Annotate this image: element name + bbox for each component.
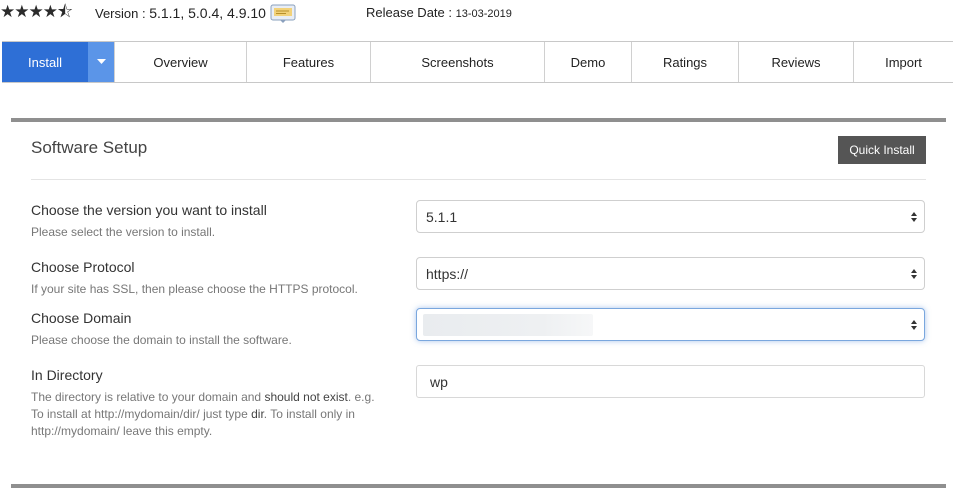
domain-label: Choose Domain xyxy=(31,310,132,326)
software-tabs: Install Overview Features Screenshots De… xyxy=(2,41,953,83)
directory-help-emphasis: dir xyxy=(251,407,264,421)
version-select-value: 5.1.1 xyxy=(426,208,458,225)
quick-install-button[interactable]: Quick Install xyxy=(838,136,926,164)
redacted-domain-value xyxy=(423,314,593,336)
protocol-help: If your site has SSL, then please choose… xyxy=(31,282,358,296)
panel-top-border xyxy=(11,118,946,122)
protocol-label: Choose Protocol xyxy=(31,259,135,275)
panel-title: Software Setup xyxy=(31,138,148,157)
version-label: Choose the version you want to install xyxy=(31,202,267,218)
tab-install[interactable]: Install xyxy=(2,42,88,82)
tab-ratings[interactable]: Ratings xyxy=(632,42,739,82)
protocol-select-value: https:// xyxy=(426,265,469,282)
version-select[interactable]: 5.1.1 xyxy=(416,200,925,233)
protocol-select[interactable]: https:// xyxy=(416,257,925,290)
software-header: ★★★★⯪ Version : 5.1.1, 5.0.4, 4.9.10 Rel… xyxy=(0,0,954,28)
release-date: 13-03-2019 xyxy=(455,8,512,20)
release-info: Release Date : 13-03-2019 xyxy=(366,5,512,20)
install-dropdown-toggle[interactable] xyxy=(88,42,115,82)
version-info: Version : 5.1.1, 5.0.4, 4.9.10 xyxy=(95,5,266,21)
panel-divider xyxy=(31,179,926,180)
release-notes-icon[interactable] xyxy=(270,4,296,23)
directory-input-value: wp xyxy=(430,373,448,390)
version-help: Please select the version to install. xyxy=(31,225,216,239)
select-arrows-icon xyxy=(911,212,917,222)
tab-overview[interactable]: Overview xyxy=(115,42,247,82)
tab-features[interactable]: Features xyxy=(247,42,371,82)
tab-import[interactable]: Import xyxy=(854,42,953,82)
tab-reviews[interactable]: Reviews xyxy=(739,42,854,82)
directory-help-text: The directory is relative to your domain… xyxy=(31,390,265,404)
select-arrows-icon xyxy=(911,269,917,279)
version-prefix: Version : xyxy=(95,6,150,21)
panel-bottom-border xyxy=(11,484,946,488)
directory-help: The directory is relative to your domain… xyxy=(31,389,381,440)
caret-down-icon xyxy=(96,59,106,64)
domain-select[interactable] xyxy=(416,308,925,341)
tab-screenshots[interactable]: Screenshots xyxy=(371,42,545,82)
tab-demo[interactable]: Demo xyxy=(545,42,632,82)
directory-help-emphasis: should not exist xyxy=(264,390,348,404)
directory-label: In Directory xyxy=(31,367,103,383)
directory-input[interactable]: wp xyxy=(416,365,925,398)
version-value: 5.1.1, 5.0.4, 4.9.10 xyxy=(149,5,266,21)
rating-stars: ★★★★⯪ xyxy=(0,2,73,21)
release-prefix: Release Date : xyxy=(366,5,456,20)
domain-help: Please choose the domain to install the … xyxy=(31,333,292,347)
select-arrows-icon xyxy=(911,320,917,330)
